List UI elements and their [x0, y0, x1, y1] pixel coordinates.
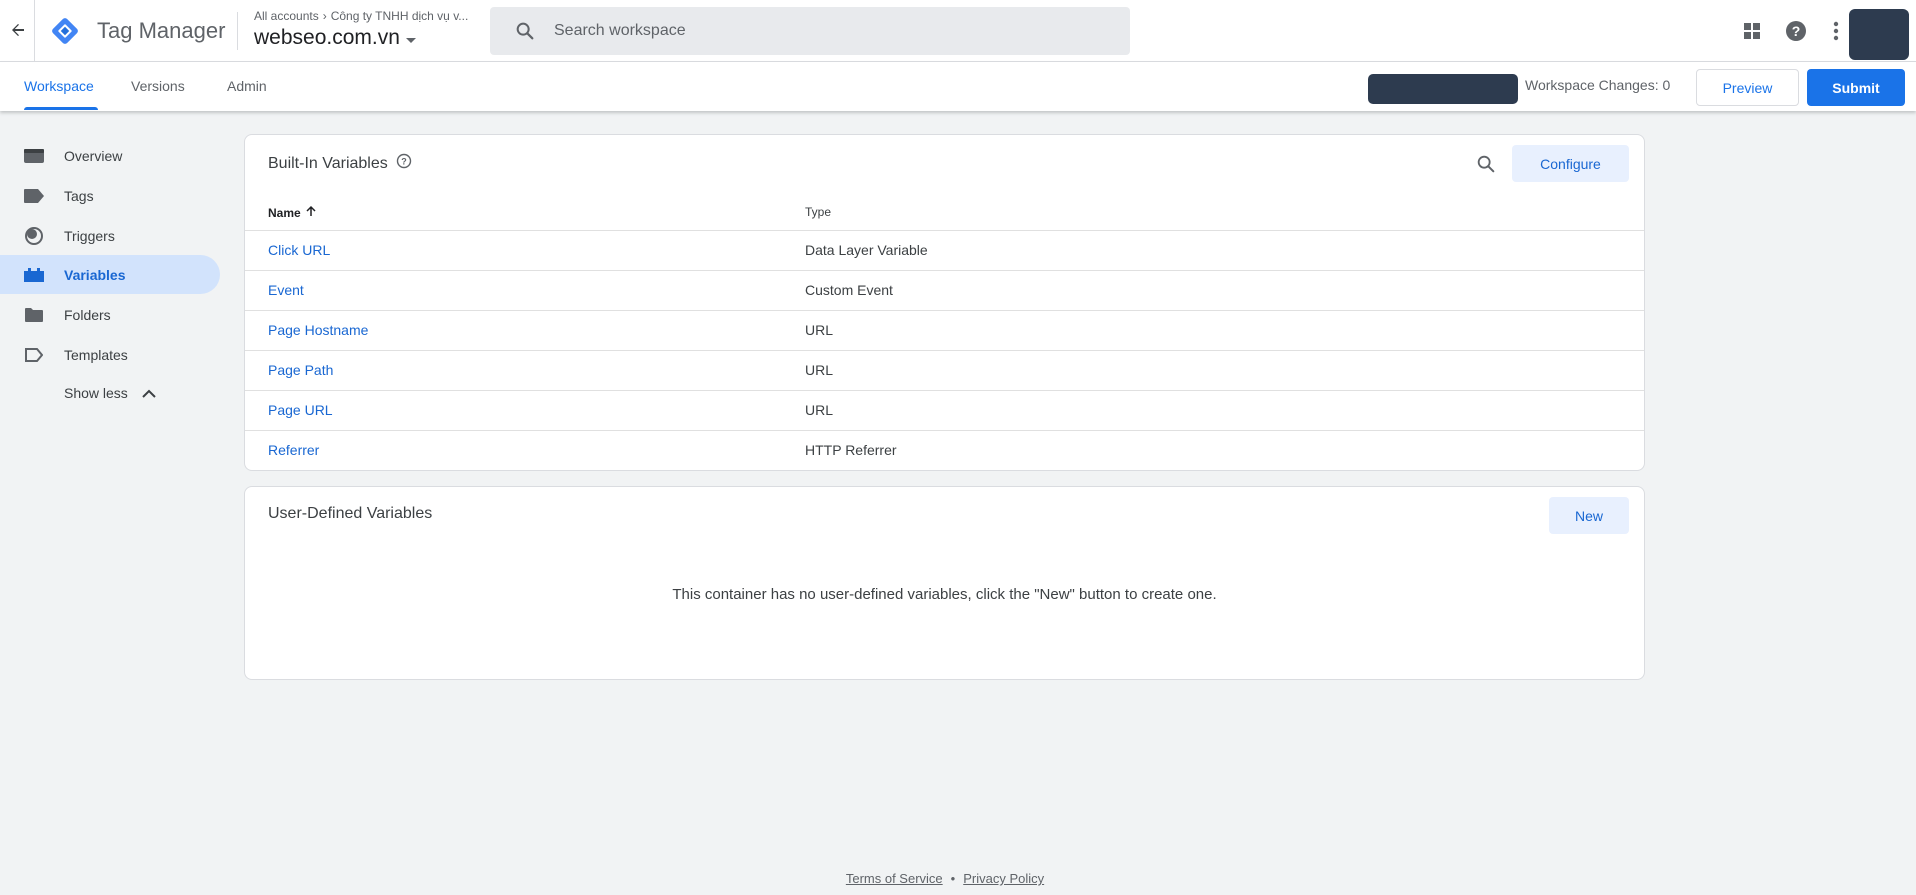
app-bar: Tag Manager All accounts › Công ty TNHH … [0, 0, 1916, 62]
submit-button[interactable]: Submit [1807, 69, 1905, 106]
footer-separator: • [950, 871, 956, 886]
search-placeholder: Search workspace [554, 22, 686, 39]
sidebar-item-folders[interactable]: Folders [0, 295, 220, 334]
variable-name-link[interactable]: Event [268, 282, 304, 298]
tab-versions[interactable]: Versions [131, 78, 185, 94]
built-in-variables-title: Built-In Variables [268, 154, 388, 172]
workspace-bar: Workspace Versions Admin Workspace Chang… [0, 62, 1916, 111]
table-row: Page Hostname URL [245, 310, 1644, 350]
chevron-up-icon [142, 385, 156, 401]
help-icon[interactable]: ? [1784, 19, 1808, 43]
workspace-name-redacted[interactable] [1368, 74, 1518, 104]
variables-icon [24, 265, 44, 285]
active-tab-indicator [24, 107, 98, 110]
workspace-changes-count: Workspace Changes: 0 [1525, 77, 1671, 93]
help-outline-icon[interactable]: ? [396, 153, 412, 174]
variable-name-link[interactable]: Page Path [268, 362, 333, 378]
account-avatar[interactable] [1849, 9, 1909, 60]
variable-type: HTTP Referrer [805, 442, 897, 458]
apps-grid-icon[interactable] [1740, 19, 1764, 43]
sidebar-item-label: Overview [64, 147, 123, 164]
table-row: Page URL URL [245, 390, 1644, 430]
sidebar-item-triggers[interactable]: Triggers [0, 216, 220, 255]
breadcrumb-account[interactable]: Công ty TNHH dịch vụ v... [331, 9, 469, 23]
table-row: Page Path URL [245, 350, 1644, 390]
column-header-name[interactable]: Name [268, 205, 317, 220]
arrow-up-icon [305, 205, 317, 220]
variable-type: URL [805, 322, 834, 338]
column-header-label: Name [268, 205, 301, 220]
breadcrumb-all-accounts[interactable]: All accounts [254, 9, 319, 23]
empty-state-message: This container has no user-defined varia… [672, 586, 1217, 603]
sidebar-item-overview[interactable]: Overview [0, 136, 220, 175]
chevron-right-icon: › [322, 9, 327, 23]
tag-icon [24, 186, 44, 206]
search-input[interactable]: Search workspace [490, 7, 1130, 55]
show-less-toggle[interactable]: Show less [64, 385, 156, 401]
configure-button[interactable]: Configure [1512, 145, 1629, 182]
sidebar-item-label: Templates [64, 346, 128, 363]
sidebar-item-variables[interactable]: Variables [0, 255, 220, 294]
variable-type: URL [805, 362, 834, 378]
table-row: Click URL Data Layer Variable [245, 230, 1644, 270]
sidebar-item-label: Triggers [64, 227, 115, 244]
variable-type: Custom Event [805, 282, 893, 298]
back-arrow-icon[interactable] [6, 18, 30, 42]
container-name: webseo.com.vn [254, 26, 400, 49]
terms-of-service-link[interactable]: Terms of Service [846, 871, 943, 886]
sidebar-item-label: Tags [64, 187, 94, 204]
tab-admin[interactable]: Admin [227, 78, 267, 94]
tab-workspace[interactable]: Workspace [24, 78, 94, 94]
variable-name-link[interactable]: Page Hostname [268, 322, 368, 338]
divider [237, 12, 238, 50]
trigger-icon [24, 226, 44, 246]
show-less-label: Show less [64, 385, 128, 401]
variable-type: URL [805, 402, 834, 418]
table-row: Referrer HTTP Referrer [245, 430, 1644, 470]
variable-name-link[interactable]: Page URL [268, 402, 333, 418]
footer: Terms of Service • Privacy Policy [0, 871, 1890, 886]
variable-name-link[interactable]: Referrer [268, 442, 319, 458]
preview-button[interactable]: Preview [1696, 69, 1799, 106]
user-defined-variables-card: User-Defined Variables New This containe… [244, 486, 1645, 680]
user-defined-variables-title: User-Defined Variables [268, 505, 433, 522]
privacy-policy-link[interactable]: Privacy Policy [963, 871, 1044, 886]
new-variable-button[interactable]: New [1549, 497, 1629, 534]
built-in-variables-card: Built-In Variables ? Configure Name Type… [244, 134, 1645, 471]
variable-name-link[interactable]: Click URL [268, 242, 330, 258]
caret-down-icon [405, 37, 416, 43]
search-icon[interactable] [1475, 153, 1499, 177]
divider [34, 0, 35, 62]
breadcrumb: All accounts › Công ty TNHH dịch vụ v... [254, 9, 468, 23]
sidebar-item-label: Folders [64, 306, 111, 323]
folder-icon [24, 305, 44, 325]
search-icon [514, 20, 536, 42]
tag-manager-logo-icon[interactable] [48, 14, 82, 48]
sidebar-item-tags[interactable]: Tags [0, 176, 220, 215]
table-row: Event Custom Event [245, 270, 1644, 310]
container-selector[interactable]: webseo.com.vn [254, 26, 416, 50]
svg-text:?: ? [1792, 23, 1801, 39]
more-vert-icon[interactable] [1824, 19, 1848, 43]
sidebar-item-templates[interactable]: Templates [0, 335, 220, 374]
template-icon [24, 345, 44, 365]
product-name[interactable]: Tag Manager [97, 18, 225, 44]
svg-text:?: ? [401, 157, 407, 167]
variable-type: Data Layer Variable [805, 242, 928, 258]
sidebar-item-label: Variables [64, 266, 126, 283]
overview-icon [24, 146, 44, 166]
card-title: Built-In Variables ? [268, 153, 412, 174]
column-header-type[interactable]: Type [805, 205, 831, 219]
